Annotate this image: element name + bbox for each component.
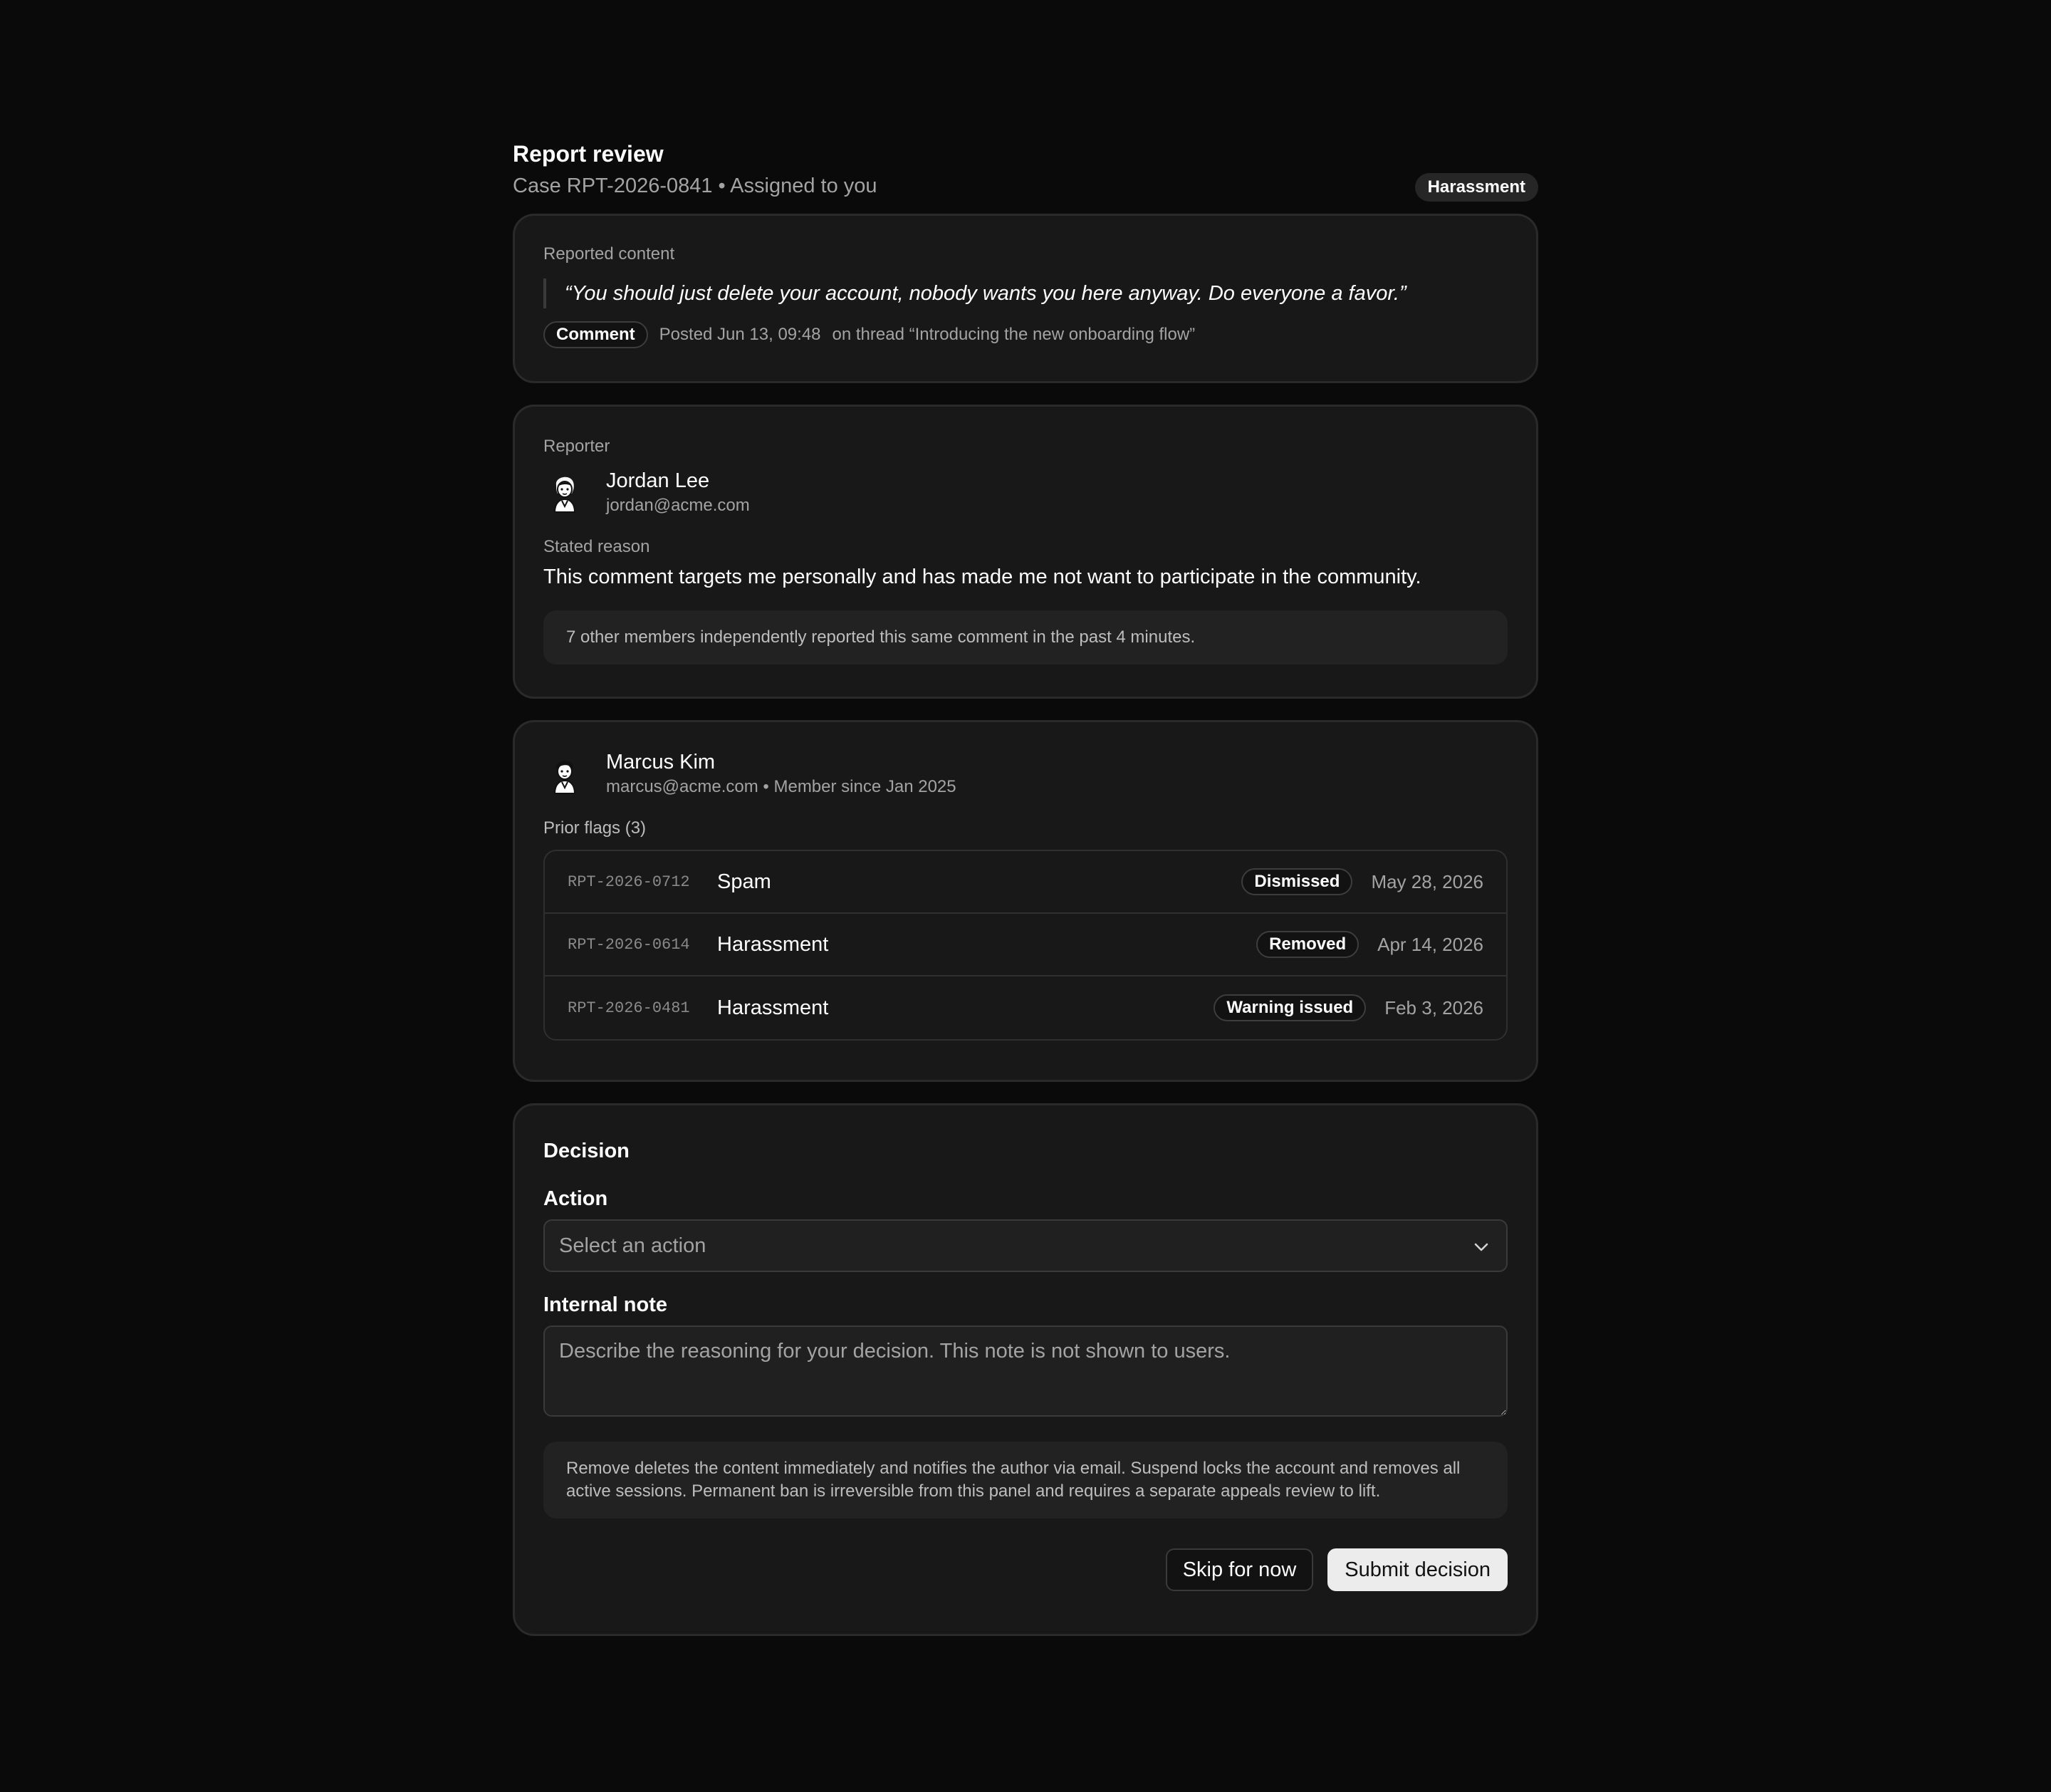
flag-id: RPT-2026-0712 <box>568 872 690 891</box>
flag-type: Spam <box>717 870 771 893</box>
action-label: Action <box>543 1187 608 1210</box>
table-row: RPT-2026-0614 Harassment Removed Apr 14,… <box>545 914 1506 976</box>
page-title: Report review <box>513 141 664 167</box>
reporter-card: Reporter Jordan Lee jordan@acme.com Stat… <box>513 405 1538 699</box>
flag-id: RPT-2026-0614 <box>568 935 690 954</box>
reporter-email: jordan@acme.com <box>606 496 750 515</box>
prior-flags-table: RPT-2026-0712 Spam Dismissed May 28, 202… <box>543 850 1508 1041</box>
author-details: marcus@acme.com • Member since Jan 2025 <box>606 777 956 796</box>
submit-decision-button[interactable]: Submit decision <box>1327 1548 1508 1591</box>
action-select-value: Select an action <box>559 1234 706 1257</box>
flag-type: Harassment <box>717 996 829 1019</box>
flag-date: May 28, 2026 <box>1371 870 1483 892</box>
reporter-profile: Jordan Lee jordan@acme.com <box>543 469 1508 516</box>
flag-id: RPT-2026-0481 <box>568 999 690 1017</box>
avatar-icon <box>543 471 586 514</box>
reported-content-label: Reported content <box>543 244 675 264</box>
content-type-badge: Comment <box>543 321 648 348</box>
posted-time: Posted Jun 13, 09:48 <box>659 325 821 344</box>
table-row: RPT-2026-0481 Harassment Warning issued … <box>545 976 1506 1039</box>
decision-info-note: Remove deletes the content immediately a… <box>543 1442 1508 1518</box>
reporter-name: Jordan Lee <box>606 469 710 492</box>
chevron-down-icon <box>1473 1234 1489 1258</box>
duplicate-reports-note: 7 other members independently reported t… <box>543 610 1508 665</box>
reported-content-card: Reported content “You should just delete… <box>513 214 1538 383</box>
prior-flags-label: Prior flags (3) <box>543 818 647 838</box>
internal-note-label: Internal note <box>543 1293 668 1316</box>
reporter-label: Reporter <box>543 437 610 456</box>
table-row: RPT-2026-0712 Spam Dismissed May 28, 202… <box>545 851 1506 914</box>
case-subtitle: Case RPT-2026-0841 • Assigned to you <box>513 174 877 197</box>
stated-reason-label: Stated reason <box>543 537 650 556</box>
author-profile: Marcus Kim marcus@acme.com • Member sinc… <box>543 751 1508 797</box>
author-name: Marcus Kim <box>606 751 716 773</box>
decision-title: Decision <box>543 1140 630 1162</box>
flag-type: Harassment <box>717 932 829 956</box>
status-badge: Dismissed <box>1241 868 1353 895</box>
skip-button[interactable]: Skip for now <box>1165 1548 1314 1591</box>
internal-note-field[interactable] <box>543 1325 1508 1417</box>
flag-date: Apr 14, 2026 <box>1377 933 1483 955</box>
avatar-icon <box>543 752 586 796</box>
report-review-page: Report review Case RPT-2026-0841 • Assig… <box>513 135 1538 1657</box>
status-badge: Warning issued <box>1214 994 1367 1021</box>
category-badge: Harassment <box>1414 173 1538 202</box>
stated-reason-text: This comment targets me personally and h… <box>543 566 1421 588</box>
author-card: Marcus Kim marcus@acme.com • Member sinc… <box>513 720 1538 1082</box>
status-badge: Removed <box>1256 931 1359 958</box>
action-select[interactable]: Select an action <box>543 1219 1508 1272</box>
decision-card: Decision Action Select an action Interna… <box>513 1103 1538 1636</box>
flag-date: Feb 3, 2026 <box>1384 996 1483 1019</box>
content-meta: Comment Posted Jun 13, 09:48 on thread “… <box>543 321 1508 348</box>
decision-actions: Skip for now Submit decision <box>543 1548 1508 1591</box>
thread-link: on thread “Introducing the new onboardin… <box>832 325 1196 344</box>
page-header: Report review Case RPT-2026-0841 • Assig… <box>513 135 1538 214</box>
reported-quote: “You should just delete your account, no… <box>543 278 1508 308</box>
